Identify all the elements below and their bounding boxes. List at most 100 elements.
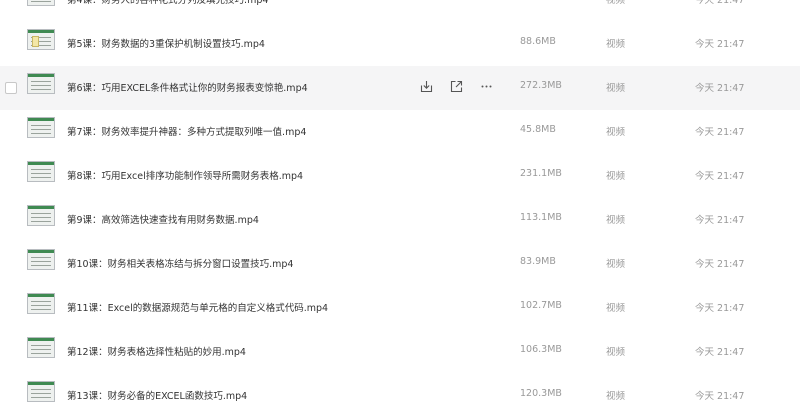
thumbnail-line	[31, 393, 51, 394]
video-thumbnail[interactable]	[27, 29, 55, 50]
file-name[interactable]: 第8课：巧用Excel排序功能制作领导所需财务表格.mp4	[67, 168, 303, 182]
more-icon[interactable]	[478, 78, 494, 94]
video-thumbnail[interactable]	[27, 249, 55, 270]
thumbnail-header	[28, 382, 54, 385]
file-row[interactable]: 第9课：高效筛选快速查找有用财务数据.mp4 113.1MB 视频 今天 21:…	[0, 198, 800, 242]
thumbnail-line	[31, 213, 51, 214]
file-row[interactable]: 第7课：财务效率提升神器：多种方式提取列唯一值.mp4 45.8MB 视频 今天…	[0, 110, 800, 154]
thumbnail-line	[31, 217, 51, 218]
file-size: 83.9MB	[520, 256, 556, 267]
video-thumbnail[interactable]	[27, 293, 55, 314]
file-size: 113.9MB	[520, 0, 562, 3]
share-icon[interactable]	[448, 78, 464, 94]
file-row[interactable]: 第5课：财务数据的3重保护机制设置技巧.mp4 88.6MB 视频 今天 21:…	[0, 22, 800, 66]
video-thumbnail[interactable]	[27, 381, 55, 402]
file-name[interactable]: 第12课：财务表格选择性粘贴的妙用.mp4	[67, 344, 246, 358]
thumbnail-line	[31, 265, 51, 266]
file-row[interactable]: 第4课：财务人的各种花式分列及填充技巧.mp4 113.9MB 视频 今天 21…	[0, 0, 800, 22]
file-type: 视频	[606, 259, 626, 270]
video-thumbnail[interactable]	[27, 337, 55, 358]
file-type: 视频	[606, 127, 626, 138]
thumbnail-line	[31, 221, 51, 222]
modified-time: 今天 21:47	[695, 83, 745, 94]
video-thumbnail[interactable]	[27, 161, 55, 182]
thumbnail-line	[31, 81, 51, 82]
file-list: 第4课：财务人的各种花式分列及填充技巧.mp4 113.9MB 视频 今天 21…	[0, 0, 800, 418]
file-type: 视频	[606, 391, 626, 402]
file-row[interactable]: 第12课：财务表格选择性粘贴的妙用.mp4 106.3MB 视频 今天 21:4…	[0, 330, 800, 374]
thumbnail-line	[31, 345, 51, 346]
file-size: 120.3MB	[520, 388, 562, 399]
video-thumbnail[interactable]	[27, 73, 55, 94]
file-row[interactable]: 第10课：财务相关表格冻结与拆分窗口设置技巧.mp4 83.9MB 视频 今天 …	[0, 242, 800, 286]
thumbnail-line	[31, 261, 51, 262]
file-type: 视频	[606, 171, 626, 182]
modified-time: 今天 21:47	[695, 303, 745, 314]
thumbnail-header	[28, 30, 54, 33]
file-size: 231.1MB	[520, 168, 562, 179]
modified-time: 今天 21:47	[695, 127, 745, 138]
thumbnail-line	[31, 173, 51, 174]
modified-time: 今天 21:47	[695, 171, 745, 182]
modified-time: 今天 21:47	[695, 259, 745, 270]
modified-time: 今天 21:47	[695, 347, 745, 358]
thumbnail-line	[31, 129, 51, 130]
file-name[interactable]: 第5课：财务数据的3重保护机制设置技巧.mp4	[67, 36, 265, 50]
thumbnail-line	[31, 1, 51, 2]
video-thumbnail[interactable]	[27, 0, 55, 6]
modified-time: 今天 21:47	[695, 215, 745, 226]
thumbnail-line	[31, 85, 51, 86]
file-size: 272.3MB	[520, 80, 562, 91]
thumbnail-header	[28, 338, 54, 341]
thumbnail-line	[31, 177, 51, 178]
file-size: 106.3MB	[520, 344, 562, 355]
file-type: 视频	[606, 347, 626, 358]
thumbnail-header	[28, 250, 54, 253]
file-type: 视频	[606, 0, 626, 6]
file-size: 88.6MB	[520, 36, 556, 47]
file-name[interactable]: 第10课：财务相关表格冻结与拆分窗口设置技巧.mp4	[67, 256, 293, 270]
file-name[interactable]: 第9课：高效筛选快速查找有用财务数据.mp4	[67, 212, 259, 226]
file-row[interactable]: 第11课：Excel的数据源规范与单元格的自定义格式代码.mp4 102.7MB…	[0, 286, 800, 330]
thumbnail-header	[28, 74, 54, 77]
file-size: 113.1MB	[520, 212, 562, 223]
thumbnail-line	[31, 309, 51, 310]
file-row[interactable]: 第6课：巧用EXCEL条件格式让你的财务报表变惊艳.mp4 272.3MB 视频…	[0, 66, 800, 110]
video-thumbnail[interactable]	[27, 205, 55, 226]
file-row[interactable]: 第13课：财务必备的EXCEL函数技巧.mp4 120.3MB 视频 今天 21…	[0, 374, 800, 418]
thumbnail-line	[31, 133, 51, 134]
thumbnail-line	[31, 125, 51, 126]
file-name[interactable]: 第7课：财务效率提升神器：多种方式提取列唯一值.mp4	[67, 124, 306, 138]
file-size: 102.7MB	[520, 300, 562, 311]
thumbnail-line	[31, 389, 51, 390]
file-row[interactable]: 第8课：巧用Excel排序功能制作领导所需财务表格.mp4 231.1MB 视频…	[0, 154, 800, 198]
file-type: 视频	[606, 215, 626, 226]
thumbnail-line	[31, 89, 51, 90]
thumbnail-line	[31, 353, 51, 354]
thumbnail-line	[31, 301, 51, 302]
thumbnail-line	[31, 257, 51, 258]
file-size: 45.8MB	[520, 124, 556, 135]
thumbnail-line	[31, 349, 51, 350]
thumbnail-header	[28, 118, 54, 121]
file-name[interactable]: 第11课：Excel的数据源规范与单元格的自定义格式代码.mp4	[67, 300, 328, 314]
thumbnail-line	[31, 397, 51, 398]
row-checkbox[interactable]	[5, 82, 17, 94]
file-type: 视频	[606, 39, 626, 50]
thumbnail-header	[28, 162, 54, 165]
file-name[interactable]: 第6课：巧用EXCEL条件格式让你的财务报表变惊艳.mp4	[67, 80, 308, 94]
file-type: 视频	[606, 303, 626, 314]
thumbnail-line	[31, 305, 51, 306]
modified-time: 今天 21:47	[695, 39, 745, 50]
file-name[interactable]: 第4课：财务人的各种花式分列及填充技巧.mp4	[67, 0, 268, 6]
modified-time: 今天 21:47	[695, 391, 745, 402]
download-icon[interactable]	[418, 78, 434, 94]
video-thumbnail[interactable]	[27, 117, 55, 138]
file-name[interactable]: 第13课：财务必备的EXCEL函数技巧.mp4	[67, 388, 247, 402]
thumbnail-line	[31, 169, 51, 170]
thumbnail-header	[28, 206, 54, 209]
thumbnail-highlight	[32, 36, 39, 47]
thumbnail-header	[28, 294, 54, 297]
file-type: 视频	[606, 83, 626, 94]
modified-time: 今天 21:47	[695, 0, 745, 6]
